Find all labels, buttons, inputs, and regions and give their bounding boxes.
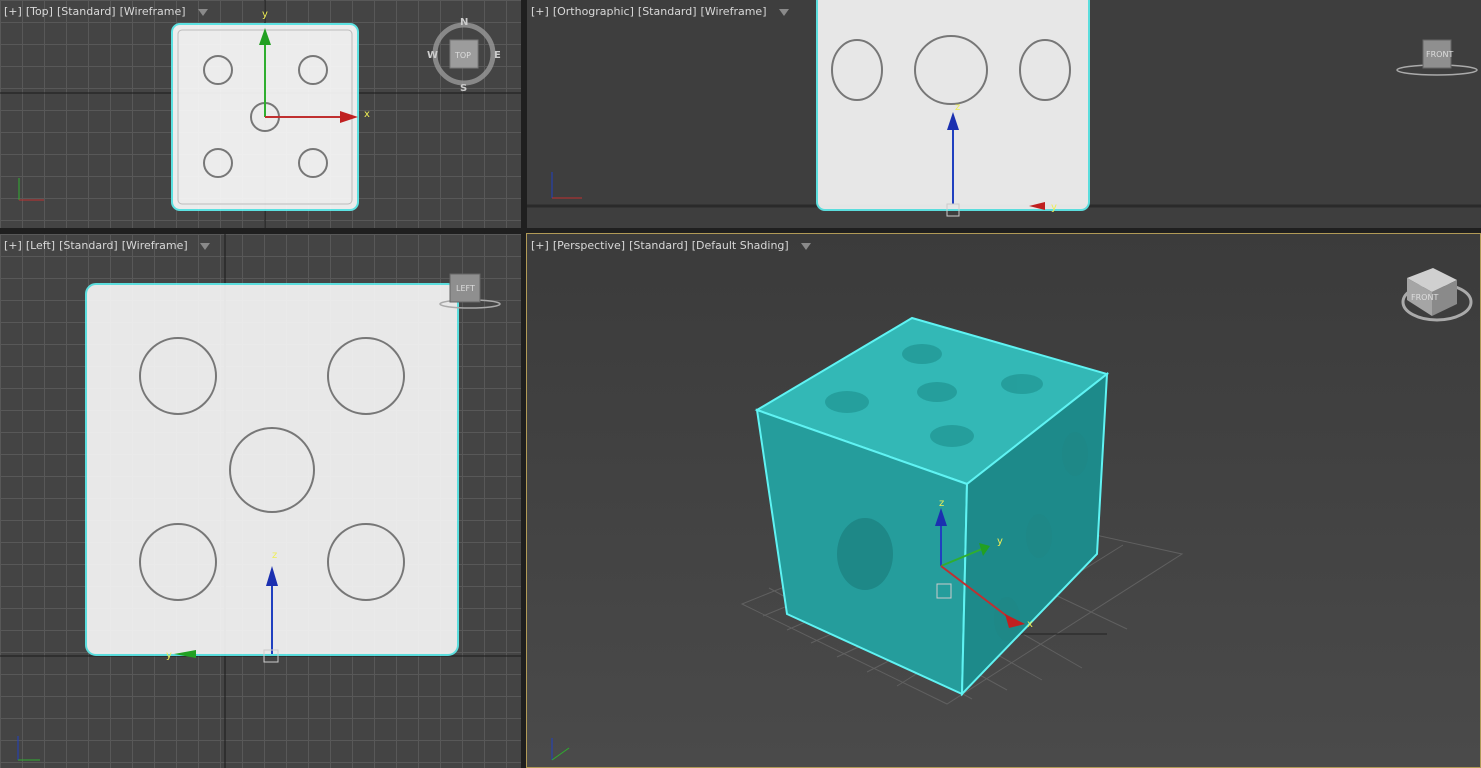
filter-icon[interactable]	[778, 9, 789, 16]
perspective-viewport-canvas: z y x FRONT	[551, 268, 1473, 761]
persp-gizmo-y-label: y	[997, 536, 1003, 547]
viewcube-front-face[interactable]: FRONT	[1426, 50, 1453, 59]
perspective-dice	[754, 316, 1110, 697]
viewport-top[interactable]: x y TOP N S E W [+] [Top] [Standard] [Wi…	[0, 0, 521, 228]
left-axis-tripod	[17, 736, 40, 761]
viewport-left[interactable]: z y LEFT [+] [Left] [Standard] [Wirefram…	[0, 234, 521, 768]
persp-standard-menu[interactable]: [Standard]	[629, 239, 688, 252]
ortho-plus-menu[interactable]: [+]	[531, 5, 549, 18]
left-gizmo-y-label: y	[166, 650, 172, 661]
top-shading-menu[interactable]: [Wireframe]	[120, 5, 186, 18]
filter-icon[interactable]	[800, 243, 811, 250]
persp-axis-tripod	[551, 738, 570, 761]
top-viewport-canvas: x y TOP N S E W	[0, 0, 521, 228]
persp-view-menu[interactable]: [Perspective]	[553, 239, 625, 252]
compass-north: N	[460, 17, 468, 28]
filter-icon[interactable]	[197, 9, 208, 16]
top-gizmo-y-label: y	[262, 9, 268, 20]
left-gizmo-z-label: z	[272, 550, 277, 561]
compass-west: W	[427, 50, 438, 61]
viewcube-left-face[interactable]: LEFT	[456, 284, 475, 293]
viewcube-compass[interactable]: TOP N S E W	[427, 17, 501, 94]
left-viewport-label[interactable]: [+] [Left] [Standard] [Wireframe]	[4, 239, 210, 252]
viewport-perspective[interactable]: z y x FRONT [+] [Perspective] [Standard]…	[527, 234, 1481, 768]
viewcube-persp-face[interactable]: FRONT	[1411, 293, 1438, 302]
left-view-menu[interactable]: [Left]	[26, 239, 55, 252]
ortho-viewport-label[interactable]: [+] [Orthographic] [Standard] [Wireframe…	[531, 5, 789, 18]
persp-gizmo-z-label: z	[939, 498, 944, 509]
left-shading-menu[interactable]: [Wireframe]	[122, 239, 188, 252]
ortho-gizmo-y-label: y	[1051, 202, 1057, 213]
persp-shading-menu[interactable]: [Default Shading]	[692, 239, 789, 252]
top-view-menu[interactable]: [Top]	[26, 5, 53, 18]
top-plus-menu[interactable]: [+]	[4, 5, 22, 18]
compass-south: S	[460, 83, 467, 94]
filter-icon[interactable]	[199, 243, 210, 250]
persp-plus-menu[interactable]: [+]	[531, 239, 549, 252]
ortho-shading-menu[interactable]: [Wireframe]	[701, 5, 767, 18]
persp-gizmo-x-label: x	[1027, 619, 1033, 630]
ortho-axis-tripod	[551, 172, 582, 199]
viewcube-top-face[interactable]: TOP	[454, 51, 471, 60]
top-standard-menu[interactable]: [Standard]	[57, 5, 116, 18]
persp-viewport-label[interactable]: [+] [Perspective] [Standard] [Default Sh…	[531, 239, 811, 252]
top-viewport-label[interactable]: [+] [Top] [Standard] [Wireframe]	[4, 5, 208, 18]
compass-east: E	[494, 50, 501, 61]
left-plus-menu[interactable]: [+]	[4, 239, 22, 252]
ortho-gizmo-z-label: z	[955, 102, 960, 113]
left-standard-menu[interactable]: [Standard]	[59, 239, 118, 252]
ortho-viewport-canvas: z y FRONT	[527, 0, 1481, 217]
ortho-view-menu[interactable]: [Orthographic]	[553, 5, 634, 18]
viewport-orthographic[interactable]: z y FRONT [+] [Orthographic] [Standard] …	[527, 0, 1481, 228]
viewcube-perspective[interactable]: FRONT	[1401, 268, 1473, 322]
viewcube-front[interactable]: FRONT	[1396, 39, 1478, 76]
left-viewport-canvas: z y LEFT	[0, 234, 521, 768]
ortho-standard-menu[interactable]: [Standard]	[638, 5, 697, 18]
top-axis-tripod	[18, 178, 44, 201]
top-gizmo-x-label: x	[364, 109, 370, 120]
